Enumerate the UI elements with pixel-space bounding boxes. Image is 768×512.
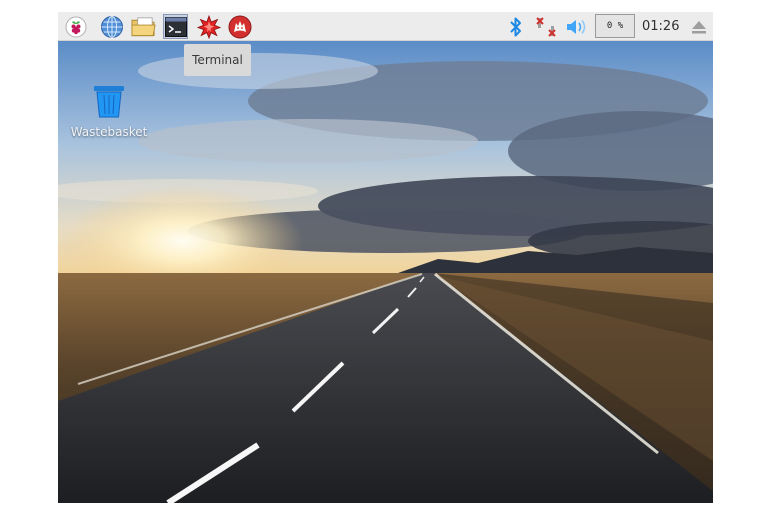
- taskbar: 0 % 01:26: [58, 12, 713, 41]
- network-button[interactable]: [533, 14, 558, 39]
- file-manager-icon: [131, 16, 156, 36]
- mathematica-button[interactable]: [196, 14, 221, 39]
- menu-button[interactable]: [63, 14, 88, 39]
- file-manager-button[interactable]: [131, 14, 156, 39]
- desktop-wallpaper: Wastebasket: [58, 41, 713, 503]
- web-browser-button[interactable]: [99, 14, 124, 39]
- cpu-usage-monitor[interactable]: 0 %: [595, 14, 635, 38]
- terminal-button[interactable]: [163, 14, 188, 39]
- volume-icon: [566, 19, 585, 34]
- terminal-tooltip: Terminal: [184, 44, 251, 76]
- wastebasket-label: Wastebasket: [70, 125, 148, 139]
- raspberry-menu-icon: [65, 16, 86, 37]
- desktop-icon-wastebasket[interactable]: Wastebasket: [66, 83, 152, 139]
- screen: 0 % 01:26 Wastebasket Terminal: [58, 12, 713, 503]
- eject-button[interactable]: [686, 14, 711, 39]
- bluetooth-button[interactable]: [503, 14, 528, 39]
- road-landscape-image: [58, 41, 713, 503]
- clock[interactable]: 01:26: [642, 12, 679, 41]
- wastebasket-icon: [94, 86, 124, 118]
- network-disconnected-icon: [535, 16, 556, 37]
- wolfram-button[interactable]: [227, 14, 252, 39]
- terminal-icon: [164, 16, 187, 37]
- volume-button[interactable]: [564, 14, 589, 39]
- wolfram-icon: [228, 15, 251, 38]
- bluetooth-icon: [509, 17, 521, 36]
- mathematica-icon: [196, 14, 221, 39]
- web-browser-icon: [100, 15, 123, 38]
- eject-icon: [691, 20, 706, 33]
